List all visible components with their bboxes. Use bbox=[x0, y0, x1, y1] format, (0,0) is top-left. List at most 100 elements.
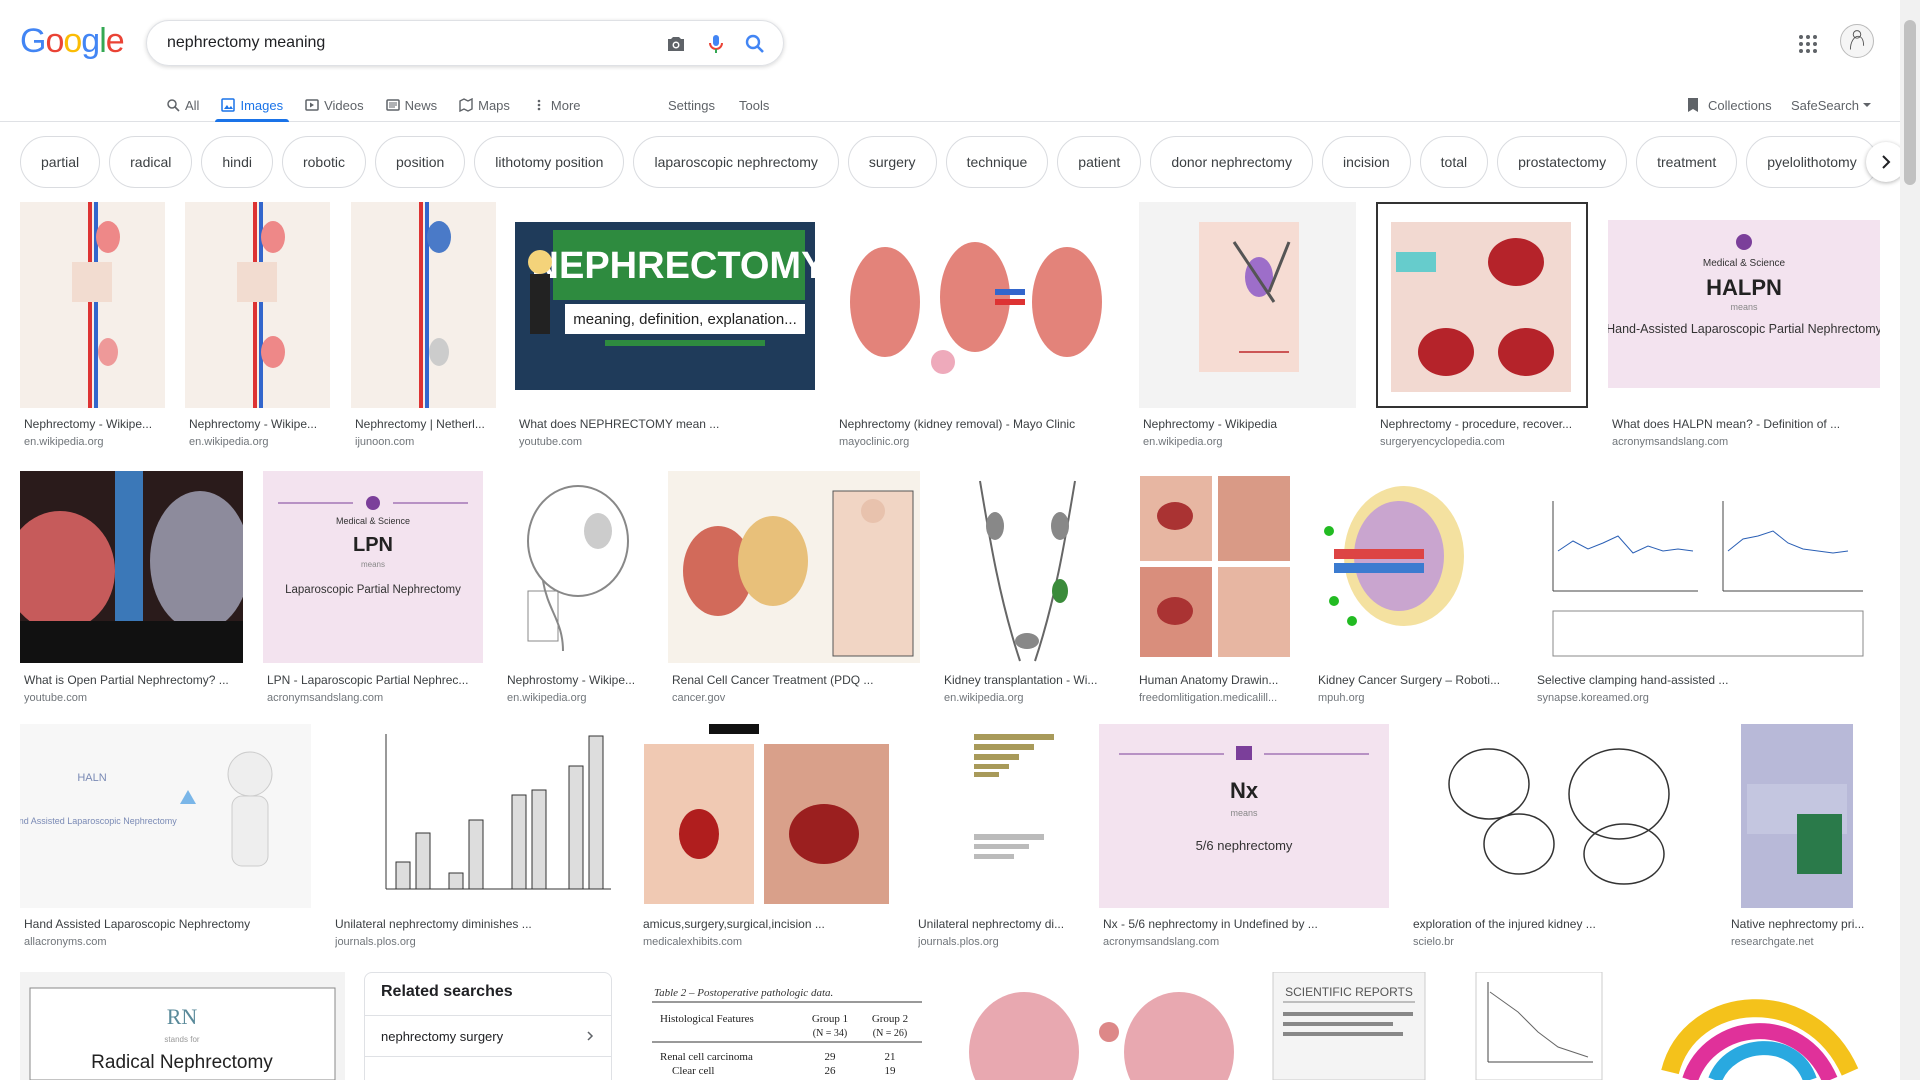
result-title[interactable]: Renal Cell Cancer Treatment (PDQ ... bbox=[672, 673, 920, 687]
result-title[interactable]: LPN - Laparoscopic Partial Nephrec... bbox=[267, 673, 482, 687]
search-icon[interactable] bbox=[743, 32, 767, 56]
chip[interactable]: lithotomy position bbox=[474, 136, 625, 188]
avatar[interactable] bbox=[1840, 24, 1874, 58]
result-title[interactable]: Nephrectomy | Netherl... bbox=[355, 417, 495, 431]
camera-icon[interactable] bbox=[664, 32, 688, 56]
result-thumbnail[interactable] bbox=[1727, 724, 1867, 908]
result-thumbnail[interactable] bbox=[351, 202, 496, 408]
chip[interactable]: partial bbox=[20, 136, 101, 188]
result-thumbnail[interactable] bbox=[940, 471, 1115, 663]
result-title[interactable]: Nx - 5/6 nephrectomy in Undefined by ... bbox=[1103, 917, 1388, 931]
result-title[interactable]: Selective clamping hand-assisted ... bbox=[1537, 673, 1877, 687]
result-thumbnail[interactable] bbox=[1533, 471, 1880, 663]
chip[interactable]: pyelolithotomy bbox=[1746, 136, 1878, 188]
google-logo[interactable]: Google bbox=[20, 22, 125, 61]
result-thumbnail[interactable]: HALN Hand Assisted Laparoscopic Nephrecto… bbox=[20, 724, 311, 908]
result-thumbnail[interactable] bbox=[835, 202, 1119, 408]
result-thumbnail[interactable] bbox=[639, 724, 894, 908]
collections-link[interactable]: Collections bbox=[1686, 88, 1772, 122]
result-thumbnail[interactable] bbox=[1409, 724, 1707, 908]
result-thumbnail[interactable] bbox=[954, 972, 1248, 1080]
related-search-item[interactable]: nephrectomy surgery bbox=[365, 1015, 611, 1057]
thumb-text: HALPN bbox=[1706, 275, 1782, 300]
chip[interactable]: hindi bbox=[201, 136, 273, 188]
result-source: researchgate.net bbox=[1731, 936, 1814, 948]
chip[interactable]: technique bbox=[945, 136, 1049, 188]
result-thumbnail[interactable] bbox=[1640, 972, 1880, 1080]
chip[interactable]: patient bbox=[1057, 136, 1142, 188]
result-title[interactable]: Nephrectomy - procedure, recover... bbox=[1380, 417, 1585, 431]
result-thumbnail[interactable]: SCIENTIFIC REPORTS bbox=[1268, 972, 1430, 1080]
result-thumbnail[interactable] bbox=[1376, 202, 1588, 408]
chip[interactable]: laparoscopic nephrectomy bbox=[633, 136, 839, 188]
result-title[interactable]: amicus,surgery,surgical,incision ... bbox=[643, 917, 893, 931]
result-title[interactable]: Unilateral nephrectomy di... bbox=[918, 917, 1078, 931]
thumb-text: meaning, definition, explanation... bbox=[573, 311, 796, 328]
result-title[interactable]: exploration of the injured kidney ... bbox=[1413, 917, 1703, 931]
result-thumbnail[interactable] bbox=[20, 471, 243, 663]
tools-link[interactable]: Tools bbox=[739, 88, 769, 122]
tab-more[interactable]: More bbox=[532, 88, 581, 122]
chip[interactable]: treatment bbox=[1636, 136, 1738, 188]
result-thumbnail[interactable]: NEPHRECTOMY meaning, definition, explanat… bbox=[515, 202, 815, 408]
mic-icon[interactable] bbox=[704, 32, 728, 56]
result-title[interactable]: What is Open Partial Nephrectomy? ... bbox=[24, 673, 242, 687]
result-title[interactable]: Nephrostomy - Wikipe... bbox=[507, 673, 647, 687]
result-thumbnail[interactable]: Table 2 – Postoperative pathologic data.… bbox=[632, 972, 934, 1080]
scrollbar-thumb[interactable] bbox=[1904, 20, 1916, 185]
thumb-text: Group 1 bbox=[812, 1013, 848, 1025]
thumb-text: Medical & Science bbox=[1703, 258, 1786, 269]
result-title[interactable]: Nephrectomy - Wikipe... bbox=[189, 417, 329, 431]
tab-label: Maps bbox=[478, 97, 510, 113]
result-source: synapse.koreamed.org bbox=[1537, 692, 1649, 704]
chip[interactable]: surgery bbox=[847, 136, 937, 188]
chip[interactable]: incision bbox=[1321, 136, 1411, 188]
result-title[interactable]: What does NEPHRECTOMY mean ... bbox=[519, 417, 814, 431]
result-title[interactable]: Native nephrectomy pri... bbox=[1731, 917, 1871, 931]
result-title[interactable]: Kidney Cancer Surgery – Roboti... bbox=[1318, 673, 1513, 687]
result-thumbnail[interactable] bbox=[331, 724, 619, 908]
result-thumbnail[interactable] bbox=[668, 471, 920, 663]
search-input[interactable]: nephrectomy meaning bbox=[167, 34, 325, 52]
result-title[interactable]: Unilateral nephrectomy diminishes ... bbox=[335, 917, 618, 931]
thumb-text: Hand-Assisted Laparoscopic Partial Nephr… bbox=[1608, 322, 1880, 336]
settings-link[interactable]: Settings bbox=[668, 88, 715, 122]
result-thumbnail[interactable]: RN stands for Radical Nephrectomy bbox=[20, 972, 345, 1080]
tab-all[interactable]: All bbox=[166, 88, 199, 122]
tab-images[interactable]: Images bbox=[215, 88, 289, 122]
result-title[interactable]: What does HALPN mean? - Definition of ..… bbox=[1612, 417, 1880, 431]
tab-news[interactable]: News bbox=[385, 88, 437, 122]
tab-maps[interactable]: Maps bbox=[459, 88, 510, 122]
result-thumbnail[interactable] bbox=[1458, 972, 1620, 1080]
result-title[interactable]: Nephrectomy (kidney removal) - Mayo Clin… bbox=[839, 417, 1119, 431]
result-thumbnail[interactable] bbox=[914, 724, 1079, 908]
result-title[interactable]: Kidney transplantation - Wi... bbox=[944, 673, 1114, 687]
result-thumbnail[interactable]: Nx means 5/6 nephrectomy bbox=[1099, 724, 1389, 908]
thumb-text: LPN bbox=[353, 534, 393, 556]
chip[interactable]: prostatectomy bbox=[1497, 136, 1628, 188]
result-thumbnail[interactable] bbox=[20, 202, 165, 408]
result-thumbnail[interactable]: Medical & Science LPN means Laparoscopic Pa… bbox=[263, 471, 483, 663]
result-title[interactable]: Human Anatomy Drawin... bbox=[1139, 673, 1294, 687]
result-title[interactable]: Hand Assisted Laparoscopic Nephrectomy bbox=[24, 917, 309, 931]
result-thumbnail[interactable] bbox=[1139, 202, 1356, 408]
result-title[interactable]: Nephrectomy - Wikipe... bbox=[24, 417, 164, 431]
thumb-text: NEPHRECTOMY bbox=[532, 245, 815, 287]
result-thumbnail[interactable] bbox=[1314, 471, 1513, 663]
apps-icon[interactable] bbox=[1796, 32, 1820, 56]
chip[interactable]: robotic bbox=[281, 136, 367, 188]
chip[interactable]: position bbox=[375, 136, 466, 188]
result-thumbnail[interactable]: Medical & Science HALPN means Hand-Assisted… bbox=[1608, 202, 1880, 408]
search-box[interactable]: nephrectomy meaning bbox=[146, 20, 784, 66]
safesearch-menu[interactable]: SafeSearch bbox=[1791, 88, 1871, 122]
result-thumbnail[interactable] bbox=[503, 471, 648, 663]
chip[interactable]: donor nephrectomy bbox=[1150, 136, 1313, 188]
result-thumbnail[interactable] bbox=[1135, 471, 1295, 663]
result-thumbnail[interactable] bbox=[185, 202, 330, 408]
tab-videos[interactable]: Videos bbox=[305, 88, 364, 122]
result-title[interactable]: Nephrectomy - Wikipedia bbox=[1143, 417, 1353, 431]
scrollbar[interactable] bbox=[1900, 0, 1920, 1080]
chip[interactable]: total bbox=[1419, 136, 1489, 188]
chip[interactable]: radical bbox=[109, 136, 193, 188]
result-source: acronymsandslang.com bbox=[1612, 436, 1729, 448]
